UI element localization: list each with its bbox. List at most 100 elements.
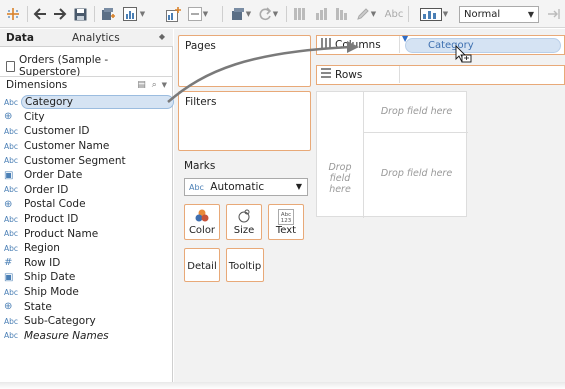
dimension-field-product-id[interactable]: Abc Product ID (0, 212, 173, 227)
dimension-field-customer-segment[interactable]: Abc Customer Segment (0, 153, 173, 168)
dimension-field-sub-category[interactable]: Abc Sub-Category (0, 314, 173, 329)
detail-button[interactable]: Detail (184, 248, 220, 282)
field-name: Customer Segment (24, 154, 126, 167)
dimension-field-city[interactable]: ⊕ City (0, 110, 173, 125)
string-type-icon: Abc (4, 243, 19, 253)
string-type-icon: Abc (4, 126, 19, 136)
clear-sheet-icon[interactable]: ▼ (186, 5, 210, 23)
rows-icon (321, 68, 331, 81)
view-size-value: Normal (464, 9, 501, 20)
fix-axes-icon[interactable] (545, 5, 561, 23)
chevron-down-icon[interactable]: ▼ (246, 10, 251, 18)
color-label: Color (188, 225, 216, 236)
cards-pane: Pages Filters Marks Abc Automatic ▼ Colo… (174, 29, 314, 389)
tooltip-label: Tooltip (228, 261, 262, 272)
rows-drop-zone[interactable] (399, 66, 565, 83)
color-palette-icon (185, 209, 219, 223)
dimension-field-region[interactable]: Abc Region (0, 241, 173, 256)
window-bottom-edge (0, 382, 565, 389)
columns-icon (321, 38, 331, 51)
sort-descending-icon[interactable] (333, 5, 351, 23)
toolbar-separator (27, 6, 28, 22)
field-name: Sub-Category (24, 315, 96, 328)
dimension-field-order-date[interactable]: ▣ Order Date (0, 168, 173, 183)
text-abc-icon: Abc 123 (269, 209, 303, 225)
dimension-field-product-name[interactable]: Abc Product Name (0, 226, 173, 241)
columns-label: Columns (335, 38, 381, 51)
save-icon[interactable] (72, 5, 88, 23)
chevron-down-icon[interactable]: ▼ (296, 179, 302, 195)
dimensions-tools: ▤ ⌕ ▼ (137, 77, 167, 93)
view-cards-icon[interactable]: ▤ (137, 80, 146, 90)
swap-rows-columns-icon[interactable] (291, 5, 309, 23)
chevron-down-icon[interactable]: ▼ (371, 10, 376, 18)
worksheet-canvas[interactable]: Drop field here Drop field here Drop fie… (316, 91, 468, 218)
dimension-field-order-id[interactable]: Abc Order ID (0, 183, 173, 198)
new-worksheet-icon[interactable]: ▼ (121, 5, 147, 23)
data-pane-tabs: Data Analytics ◆ (0, 29, 173, 47)
show-mark-labels-button[interactable]: Abc (383, 5, 405, 23)
tooltip-button[interactable]: Tooltip (226, 248, 264, 282)
duplicate-sheet-icon[interactable] (164, 5, 182, 23)
pages-shelf[interactable]: Pages (178, 35, 311, 87)
sort-ascending-icon[interactable] (313, 5, 331, 23)
field-name: Category (21, 95, 174, 110)
field-name: City (24, 110, 45, 123)
search-icon[interactable]: ⌕ (152, 80, 157, 90)
mark-type-select[interactable]: Abc Automatic ▼ (184, 178, 308, 196)
dimension-field-ship-date[interactable]: ▣ Ship Date (0, 270, 173, 285)
rows-shelf[interactable]: Rows (316, 65, 565, 85)
globe-icon: ⊕ (4, 198, 13, 210)
chevron-down-icon[interactable]: ▼ (528, 7, 534, 22)
field-name: Ship Date (24, 271, 76, 284)
color-button[interactable]: Color (184, 204, 220, 240)
dimension-field-ship-mode[interactable]: Abc Ship Mode (0, 285, 173, 300)
dimension-field-customer-id[interactable]: Abc Customer ID (0, 124, 173, 139)
field-name: Postal Code (24, 198, 86, 211)
chevron-down-icon[interactable]: ▼ (273, 10, 278, 18)
field-name: Row ID (24, 256, 61, 269)
dimensions-label: Dimensions (6, 79, 68, 91)
detail-label: Detail (187, 261, 217, 272)
dragged-field-pill[interactable]: Category (405, 38, 561, 53)
columns-shelf[interactable]: Columns ▼ Category (316, 34, 565, 55)
string-type-icon: Abc (4, 229, 19, 239)
forward-arrow-icon[interactable] (52, 5, 68, 23)
filters-shelf[interactable]: Filters (178, 91, 311, 151)
dimension-field-measure-names[interactable]: Abc Measure Names (0, 329, 173, 344)
tableau-logo-icon[interactable] (4, 5, 22, 23)
filters-title: Filters (185, 96, 217, 108)
size-button[interactable]: Size (226, 204, 262, 240)
field-name: Customer ID (24, 125, 90, 138)
view-size-select[interactable]: Normal ▼ (459, 6, 539, 23)
drop-field-center[interactable]: Drop field here (365, 168, 468, 179)
fit-width-icon[interactable]: ▼ (414, 5, 454, 23)
dimension-field-customer-name[interactable]: Abc Customer Name (0, 139, 173, 154)
field-name: Product Name (24, 227, 99, 240)
highlight-icon[interactable]: ▼ (353, 5, 379, 23)
pause-updates-icon[interactable]: ▼ (228, 5, 254, 23)
dimension-field-state[interactable]: ⊕ State (0, 299, 173, 314)
refresh-icon[interactable]: ▼ (256, 5, 280, 23)
drop-field-left[interactable]: Drop field here (319, 162, 361, 195)
dimension-field-postal-code[interactable]: ⊕ Postal Code (0, 197, 173, 212)
dragged-field-label: Category (428, 40, 474, 51)
string-type-icon: Abc (4, 185, 19, 195)
marks-card: Marks Abc Automatic ▼ Color Size Abc 123 … (178, 156, 311, 296)
dimension-field-category[interactable]: Abc Category (0, 95, 174, 110)
new-datasource-icon[interactable] (99, 5, 117, 23)
tab-data[interactable]: Data (6, 32, 34, 44)
text-button[interactable]: Abc 123 Text (268, 204, 304, 240)
field-name: Ship Mode (24, 286, 79, 299)
dimension-field-row-id[interactable]: # Row ID (0, 256, 173, 271)
drop-field-top[interactable]: Drop field here (365, 106, 468, 117)
chevron-down-icon[interactable]: ▼ (162, 81, 167, 89)
tab-analytics[interactable]: Analytics (72, 32, 120, 44)
collapse-pane-icon[interactable]: ◆ (159, 32, 165, 41)
datasource-item[interactable]: Orders (Sample - Superstore) (6, 54, 172, 78)
chevron-down-icon[interactable]: ▼ (203, 10, 208, 18)
chevron-down-icon[interactable]: ▼ (443, 10, 448, 18)
globe-icon: ⊕ (4, 111, 13, 123)
chevron-down-icon[interactable]: ▼ (140, 10, 145, 18)
back-arrow-icon[interactable] (32, 5, 48, 23)
